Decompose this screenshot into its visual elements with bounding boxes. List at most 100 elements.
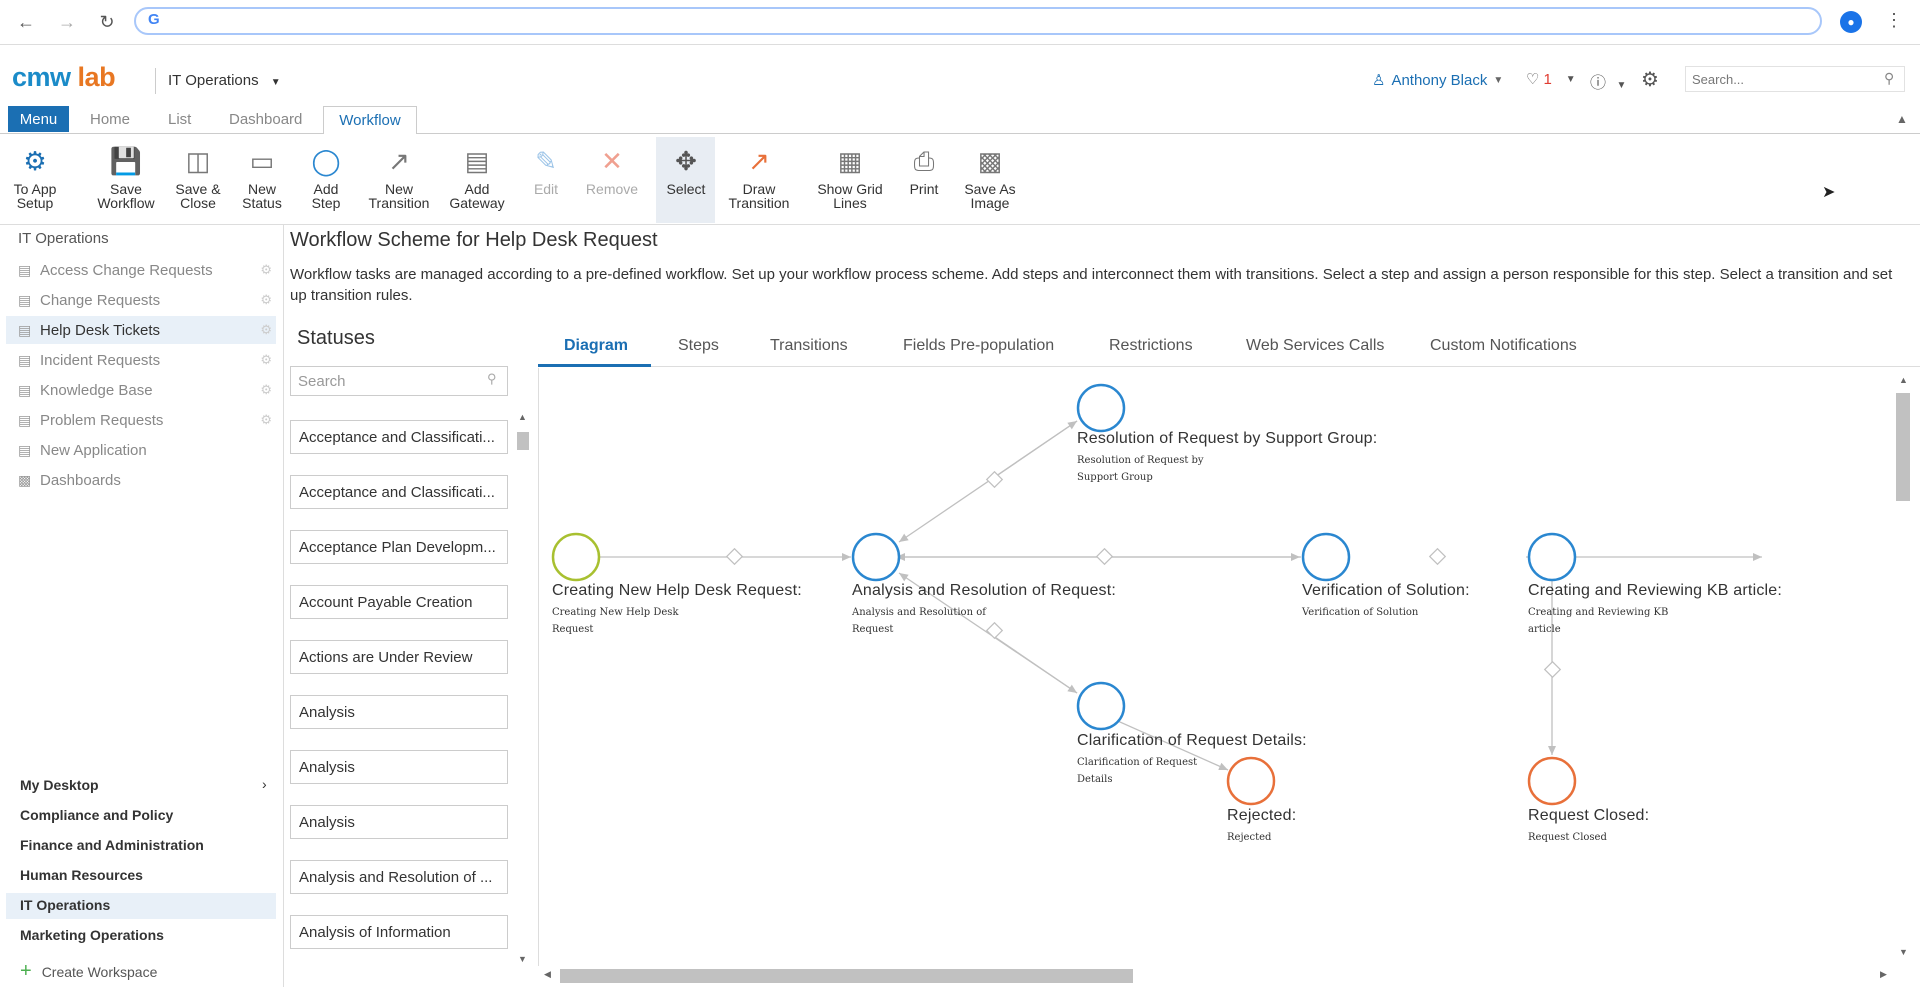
- to-app-setup-button[interactable]: ⚙ To App Setup: [6, 140, 64, 224]
- tab-custom-notifications[interactable]: Custom Notifications: [1430, 337, 1577, 355]
- node-label[interactable]: Creating and Reviewing KB article: Creat…: [1528, 582, 1782, 638]
- back-icon[interactable]: ←: [14, 10, 38, 34]
- transition-handle[interactable]: [725, 547, 744, 566]
- forward-icon[interactable]: →: [55, 10, 79, 34]
- step-node-resolution-support-group[interactable]: [1076, 383, 1126, 433]
- global-search-input[interactable]: Search...: [1685, 66, 1905, 92]
- node-label[interactable]: Request Closed: Request Closed: [1528, 807, 1649, 846]
- status-list-item[interactable]: Acceptance and Classificati...: [290, 420, 508, 454]
- scrollbar-thumb[interactable]: [1896, 393, 1910, 501]
- new-transition-button[interactable]: ↗ New Transition: [362, 140, 436, 224]
- chevron-right-icon[interactable]: ›: [262, 776, 267, 792]
- tab-restrictions[interactable]: Restrictions: [1109, 337, 1193, 355]
- diagram-vertical-scrollbar[interactable]: ▲ ▼: [1894, 375, 1912, 965]
- nav-tab-workflow[interactable]: Workflow: [323, 106, 417, 134]
- sidebar-item-change-requests[interactable]: ▤ Change Requests ⚙: [18, 286, 276, 314]
- workspace-compliance-and-policy[interactable]: Compliance and Policy: [20, 807, 173, 823]
- sidebar-item-access-change-requests[interactable]: ▤ Access Change Requests ⚙: [18, 256, 276, 284]
- select-button[interactable]: ✥ Select: [660, 140, 712, 224]
- workspace-selector[interactable]: IT Operations ▼: [168, 72, 281, 89]
- scroll-left-icon[interactable]: ◀: [544, 969, 551, 980]
- workflow-diagram-canvas[interactable]: Resolution of Request by Support Group: …: [538, 368, 1914, 966]
- browser-menu-icon[interactable]: ⋮: [1885, 10, 1903, 31]
- menu-button[interactable]: Menu: [8, 106, 69, 132]
- transition-line[interactable]: [988, 420, 1078, 482]
- status-list-item[interactable]: Analysis and Resolution of ...: [290, 860, 508, 894]
- remove-button[interactable]: ✕ Remove: [582, 140, 642, 224]
- node-label[interactable]: Verification of Solution: Verification o…: [1302, 582, 1470, 621]
- transition-handle[interactable]: [1428, 547, 1447, 566]
- sidebar-item-new-application[interactable]: ▤ New Application: [18, 436, 276, 464]
- show-grid-lines-button[interactable]: ▦ Show Grid Lines: [810, 140, 890, 224]
- create-workspace-button[interactable]: + Create Workspace: [20, 960, 157, 983]
- help-button[interactable]: ⓘ ▼: [1590, 69, 1626, 93]
- node-label[interactable]: Resolution of Request by Support Group: …: [1077, 430, 1377, 486]
- edit-button[interactable]: ✎ Edit: [526, 140, 566, 224]
- status-list-item[interactable]: Analysis: [290, 750, 508, 784]
- node-label[interactable]: Creating New Help Desk Request: Creating…: [552, 582, 802, 638]
- search-icon[interactable]: ⚲: [1884, 70, 1894, 87]
- search-icon[interactable]: ⚲: [487, 371, 497, 387]
- status-list-item[interactable]: Actions are Under Review: [290, 640, 508, 674]
- save-close-button[interactable]: ◫ Save & Close: [170, 140, 226, 224]
- sidebar-item-help-desk-tickets[interactable]: ▤ Help Desk Tickets ⚙: [6, 316, 276, 344]
- node-label[interactable]: Clarification of Request Details: Clarif…: [1077, 732, 1307, 788]
- extension-icon[interactable]: ●: [1840, 11, 1862, 33]
- diagram-horizontal-scrollbar[interactable]: ◀ ▶: [540, 966, 1910, 984]
- step-node-analysis-resolution[interactable]: [851, 532, 901, 582]
- reload-icon[interactable]: ↻: [95, 10, 119, 34]
- add-step-button[interactable]: ◯ Add Step: [302, 140, 350, 224]
- workspace-it-operations[interactable]: IT Operations: [20, 897, 110, 913]
- scroll-up-icon[interactable]: ▲: [1899, 375, 1908, 385]
- status-list-item[interactable]: Account Payable Creation: [290, 585, 508, 619]
- status-list-item[interactable]: Acceptance and Classificati...: [290, 475, 508, 509]
- tab-fields-pre-population[interactable]: Fields Pre-population: [903, 337, 1054, 355]
- gear-icon[interactable]: ⚙: [260, 262, 272, 278]
- new-status-button[interactable]: ▭ New Status: [236, 140, 288, 224]
- tab-transitions[interactable]: Transitions: [770, 337, 848, 355]
- tab-web-services-calls[interactable]: Web Services Calls: [1246, 337, 1384, 355]
- sidebar-item-incident-requests[interactable]: ▤ Incident Requests ⚙: [18, 346, 276, 374]
- step-node-kb-article[interactable]: [1527, 532, 1577, 582]
- settings-gear-icon[interactable]: ⚙: [1641, 67, 1659, 92]
- node-label[interactable]: Analysis and Resolution of Request: Anal…: [852, 582, 1116, 638]
- gear-icon[interactable]: ⚙: [260, 292, 272, 308]
- tab-diagram[interactable]: Diagram: [564, 337, 628, 355]
- workspace-human-resources[interactable]: Human Resources: [20, 867, 143, 883]
- step-node-creating-new-request[interactable]: [551, 532, 601, 582]
- address-bar[interactable]: [134, 7, 1822, 35]
- app-logo[interactable]: cmw lab: [12, 62, 116, 93]
- transition-handle[interactable]: [1095, 547, 1114, 566]
- scrollbar-thumb[interactable]: [560, 969, 1133, 983]
- tab-steps[interactable]: Steps: [678, 337, 719, 355]
- sidebar-item-knowledge-base[interactable]: ▤ Knowledge Base ⚙: [18, 376, 276, 404]
- transition-line[interactable]: [988, 632, 1078, 694]
- save-as-image-button[interactable]: ▩ Save As Image: [960, 140, 1020, 224]
- step-node-clarification[interactable]: [1076, 681, 1126, 731]
- scroll-down-icon[interactable]: ▼: [518, 954, 527, 964]
- sidebar-root-label[interactable]: IT Operations: [18, 230, 109, 247]
- step-node-verification[interactable]: [1301, 532, 1351, 582]
- transition-handle[interactable]: [1543, 660, 1562, 679]
- status-list-item[interactable]: Analysis: [290, 695, 508, 729]
- scroll-down-icon[interactable]: ▼: [1899, 947, 1908, 957]
- nav-tab-dashboard[interactable]: Dashboard: [229, 111, 302, 128]
- save-workflow-button[interactable]: 💾 Save Workflow: [92, 140, 160, 224]
- user-menu[interactable]: ♙ Anthony Black ▼: [1372, 71, 1503, 90]
- draw-transition-button[interactable]: ↗ Draw Transition: [720, 140, 798, 224]
- status-search-input[interactable]: Search: [290, 366, 508, 396]
- sidebar-item-problem-requests[interactable]: ▤ Problem Requests ⚙: [18, 406, 276, 434]
- scrollbar-thumb[interactable]: [517, 432, 529, 450]
- workspace-marketing-operations[interactable]: Marketing Operations: [20, 927, 164, 943]
- status-list-item[interactable]: Analysis of Information: [290, 915, 508, 949]
- gear-icon[interactable]: ⚙: [260, 322, 272, 338]
- workspace-finance-and-administration[interactable]: Finance and Administration: [20, 837, 204, 853]
- node-label[interactable]: Rejected: Rejected: [1227, 807, 1296, 846]
- status-list-item[interactable]: Analysis: [290, 805, 508, 839]
- status-list-item[interactable]: Acceptance Plan Developm...: [290, 530, 508, 564]
- gear-icon[interactable]: ⚙: [260, 412, 272, 428]
- nav-tab-list[interactable]: List: [168, 111, 191, 128]
- gear-icon[interactable]: ⚙: [260, 352, 272, 368]
- sidebar-item-dashboards[interactable]: ▩ Dashboards: [18, 466, 276, 494]
- nav-tab-home[interactable]: Home: [90, 111, 130, 128]
